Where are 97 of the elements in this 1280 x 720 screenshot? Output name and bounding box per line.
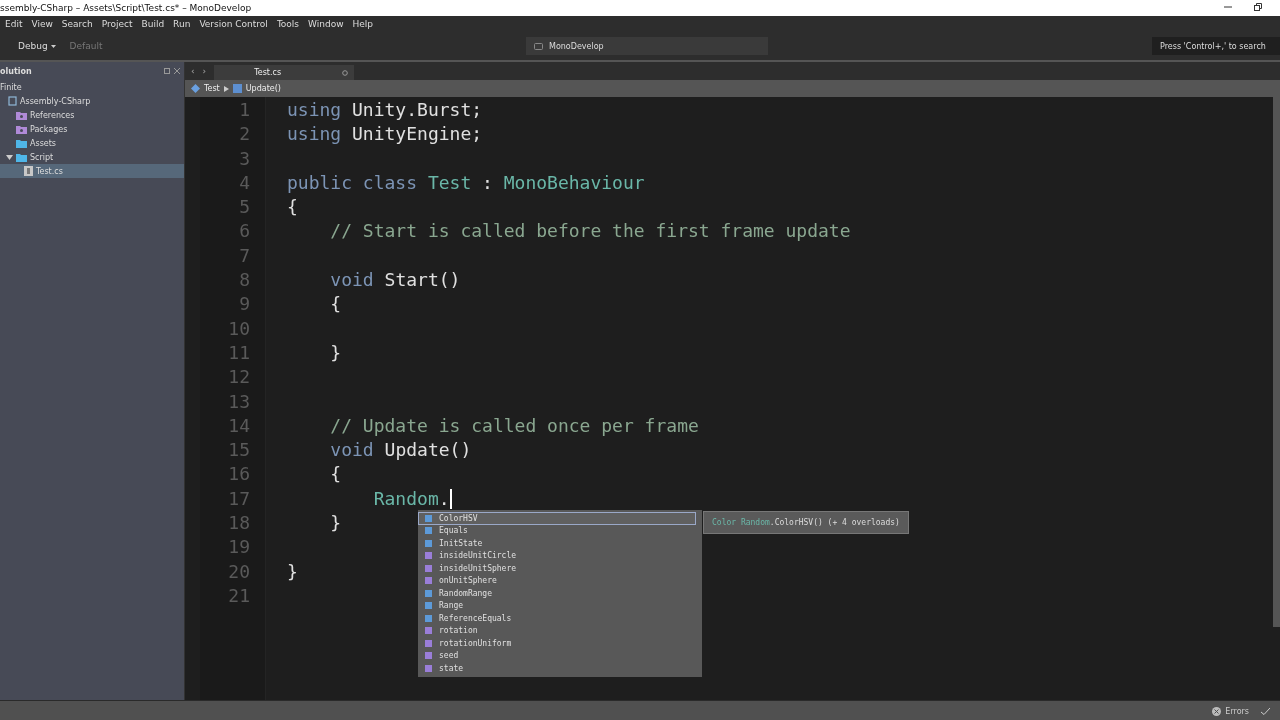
forward-button[interactable]: ›	[202, 66, 207, 76]
completion-item[interactable]: seed	[418, 649, 696, 662]
line-number: 21	[227, 583, 251, 608]
signature-tooltip: Color Random.ColorHSV() (+ 4 overloads)	[703, 511, 909, 534]
line-number: 1	[238, 98, 251, 122]
completion-item[interactable]: InitState	[418, 537, 696, 550]
configuration-dropdown[interactable]: Debug	[18, 41, 48, 51]
line-number: 15	[227, 438, 251, 463]
folder-icon	[16, 152, 27, 162]
menu-item[interactable]: Search	[61, 19, 93, 29]
window-title: ssembly-CSharp – Assets\Script\Test.cs* – MonoDevelop	[0, 3, 252, 13]
completion-item[interactable]: Range	[418, 599, 696, 612]
folder-icon	[16, 110, 27, 120]
menu-item[interactable]: Run	[173, 19, 191, 29]
code-line: {	[287, 195, 298, 220]
monodevelop-icon	[534, 42, 543, 50]
line-number: 6	[238, 219, 251, 244]
code-line: using Unity.Burst;	[287, 98, 483, 122]
breadcrumb-item[interactable]: Update()	[245, 84, 281, 93]
menu-item[interactable]: Edit	[5, 19, 23, 29]
tree-item[interactable]: Assembly-CSharp	[0, 94, 184, 108]
maximize-icon[interactable]	[164, 68, 170, 74]
completion-item[interactable]: rotation	[418, 624, 696, 637]
line-number: 7	[238, 243, 251, 268]
line-number: 3	[238, 146, 251, 171]
code-line: void Start()	[329, 268, 461, 293]
line-number: 14	[227, 413, 251, 438]
restore-icon[interactable]	[1254, 3, 1262, 11]
line-number: 19	[227, 535, 251, 560]
panel-title: olution	[0, 66, 32, 76]
menu-item[interactable]: Project	[101, 19, 133, 29]
line-number: 12	[227, 365, 251, 390]
code-line: {	[329, 462, 342, 487]
code-line: }	[329, 511, 342, 536]
code-line: }	[287, 559, 298, 584]
menu-item[interactable]: Version Control	[199, 19, 268, 29]
close-icon[interactable]	[174, 68, 180, 74]
menu-item[interactable]: Window	[308, 19, 344, 29]
code-line: // Update is called once per frame	[329, 413, 699, 438]
completion-item[interactable]: Equals	[418, 524, 696, 537]
caret-icon	[50, 44, 56, 48]
separator-icon	[223, 85, 229, 92]
code-line: public class Test : MonoBehaviour	[287, 170, 645, 195]
completion-item[interactable]: ColorHSV	[418, 512, 696, 525]
tree-item[interactable]: Test.cs	[0, 164, 184, 178]
completion-item[interactable]: rotationUniform	[418, 637, 696, 650]
check-icon	[1261, 707, 1270, 715]
tree-item[interactable]: Assets	[0, 136, 184, 150]
code-line: // Start is called before the first frame update	[329, 219, 851, 244]
completion-item[interactable]: ReferenceEquals	[418, 612, 696, 625]
tree-item[interactable]: Script	[0, 150, 184, 164]
menu-item[interactable]: Help	[352, 19, 374, 29]
line-number: 2	[238, 122, 251, 147]
completion-item[interactable]: insideUnitCircle	[418, 549, 696, 562]
line-number: 8	[238, 268, 251, 293]
scrollbar[interactable]	[1273, 97, 1280, 627]
back-button[interactable]: ‹	[191, 66, 195, 76]
method-icon	[232, 84, 242, 93]
line-number: 17	[227, 486, 251, 511]
folder-icon	[16, 138, 27, 148]
line-number: 4	[238, 170, 251, 195]
errors-label[interactable]: Errors	[1225, 706, 1249, 716]
minimize-icon[interactable]	[1224, 3, 1232, 11]
code-line: Random.	[372, 486, 450, 511]
folder-icon	[16, 124, 27, 134]
line-number: 20	[227, 559, 251, 584]
menu-item[interactable]: Build	[141, 19, 165, 29]
project-icon	[8, 96, 17, 106]
line-number: 16	[227, 462, 251, 487]
class-icon	[191, 84, 200, 93]
line-number: 11	[227, 340, 251, 365]
completion-item[interactable]: state	[418, 662, 696, 675]
line-number: 18	[227, 511, 251, 536]
code-line: using UnityEngine;	[287, 122, 483, 147]
completion-item[interactable]: RandomRange	[418, 587, 696, 600]
menu-item[interactable]: View	[31, 19, 53, 29]
tree-item[interactable]: Packages	[0, 122, 184, 136]
menu-item[interactable]: Tools	[276, 19, 300, 29]
code-line: {	[329, 292, 342, 317]
code-line: }	[329, 340, 342, 365]
code-line: void Update()	[329, 438, 472, 463]
status-text: MonoDevelop	[549, 41, 604, 51]
line-number: 5	[238, 195, 251, 220]
error-icon	[1212, 706, 1222, 716]
file-icon	[24, 166, 33, 176]
completion-item[interactable]: insideUnitSphere	[418, 562, 696, 575]
tree-item[interactable]: Finite	[0, 80, 184, 94]
expander-icon[interactable]	[6, 153, 13, 161]
line-number: 9	[238, 292, 251, 317]
line-number: 13	[227, 389, 251, 414]
line-number: 10	[227, 316, 251, 341]
editor-tab[interactable]: Test.cs	[214, 65, 355, 80]
breadcrumb-item[interactable]: Test	[204, 84, 220, 93]
search-field[interactable]: Press 'Control+,' to search	[1152, 37, 1280, 55]
tree-item[interactable]: References	[0, 108, 184, 122]
close-icon[interactable]	[342, 69, 349, 76]
completion-item[interactable]: onUnitSphere	[418, 574, 696, 587]
